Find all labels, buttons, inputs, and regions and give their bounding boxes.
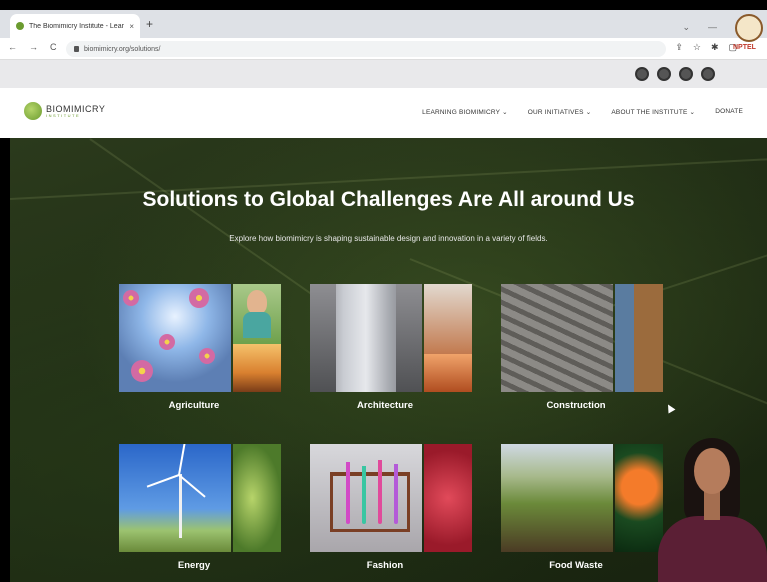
card-agriculture[interactable]: Agriculture (119, 284, 281, 416)
nptel-watermark: NPTEL (731, 14, 767, 84)
site-logo[interactable]: BIOMIMICRY INSTITUTE (24, 102, 105, 120)
architecture-side-image (424, 284, 472, 392)
food-waste-image (501, 444, 613, 552)
agriculture-image (119, 284, 231, 392)
extension-bar (0, 60, 767, 88)
reload-icon[interactable]: C (50, 42, 57, 52)
architecture-image (310, 284, 422, 392)
energy-image (119, 444, 231, 552)
screen-top-edge (0, 0, 767, 10)
card-label: Construction (546, 400, 606, 411)
hero-title: Solutions to Global Challenges Are All a… (142, 188, 635, 211)
bookmark-star-icon[interactable]: ☆ (693, 42, 701, 53)
nav-about-institute[interactable]: ABOUT THE INSTITUTE ⌄ (611, 108, 695, 116)
card-label: Agriculture (168, 400, 220, 411)
share-icon[interactable]: ⇪ (675, 42, 683, 53)
card-fashion[interactable]: Fashion (310, 444, 472, 576)
presenter-video (650, 430, 767, 582)
site-nav: LEARNING BIOMIMICRY ⌄ OUR INITIATIVES ⌄ … (422, 108, 743, 116)
close-tab-icon[interactable]: × (129, 22, 134, 31)
minimize-icon[interactable]: — (708, 22, 717, 33)
record-control-icon[interactable] (635, 67, 649, 81)
browser-tab[interactable]: The Biomimicry Institute - Learn × (10, 14, 140, 38)
favicon-icon (16, 22, 24, 30)
card-food-waste[interactable]: Food Waste (501, 444, 663, 576)
window-controls: ⌄ — (682, 22, 717, 33)
construction-side-image (615, 284, 663, 392)
nav-buttons: ← → C (8, 42, 57, 52)
card-construction[interactable]: Construction (501, 284, 663, 416)
card-label: Energy (177, 560, 211, 571)
tab-title: The Biomimicry Institute - Learn (29, 22, 125, 30)
site-header: BIOMIMICRY INSTITUTE LEARNING BIOMIMICRY… (0, 88, 767, 138)
fashion-image (310, 444, 422, 552)
stop-control-icon[interactable] (701, 67, 715, 81)
tab-search-icon[interactable]: ⌄ (682, 22, 690, 33)
nav-donate[interactable]: DONATE (715, 108, 743, 116)
card-label: Fashion (366, 560, 404, 571)
lock-icon (74, 46, 79, 52)
nptel-logo-icon (735, 14, 763, 42)
browser-toolbar: ← → C biomimicry.org/solutions/ ⇪ ☆ ✱ ▢ (0, 38, 767, 60)
logo-subtitle: INSTITUTE (46, 112, 81, 118)
card-label: Architecture (357, 400, 413, 411)
hero-subtitle: Explore how biomimicry is shaping sustai… (229, 234, 548, 243)
agriculture-side-image (233, 284, 281, 392)
pause-control-icon[interactable] (657, 67, 671, 81)
nav-learning-biomimicry[interactable]: LEARNING BIOMIMICRY ⌄ (422, 108, 508, 116)
recording-controls (635, 67, 715, 81)
energy-side-image (233, 444, 281, 552)
leaf-logo-icon (24, 102, 42, 120)
construction-image (501, 284, 613, 392)
extensions-icon[interactable]: ✱ (711, 42, 719, 53)
url-text: biomimicry.org/solutions/ (84, 45, 161, 53)
nptel-text: NPTEL (733, 44, 756, 51)
fashion-side-image (424, 444, 472, 552)
tab-strip: The Biomimicry Institute - Learn × + ⌄ — (0, 10, 767, 38)
card-label: Food Waste (549, 560, 603, 571)
toolbar-icons: ⇪ ☆ ✱ ▢ (675, 42, 737, 53)
new-tab-button[interactable]: + (146, 17, 153, 31)
card-architecture[interactable]: Architecture (310, 284, 472, 416)
forward-icon[interactable]: → (29, 42, 38, 52)
camera-control-icon[interactable] (679, 67, 693, 81)
card-energy[interactable]: Energy (119, 444, 281, 576)
back-icon[interactable]: ← (8, 42, 17, 52)
address-bar[interactable]: biomimicry.org/solutions/ (66, 41, 666, 57)
nav-our-initiatives[interactable]: OUR INITIATIVES ⌄ (528, 108, 592, 116)
